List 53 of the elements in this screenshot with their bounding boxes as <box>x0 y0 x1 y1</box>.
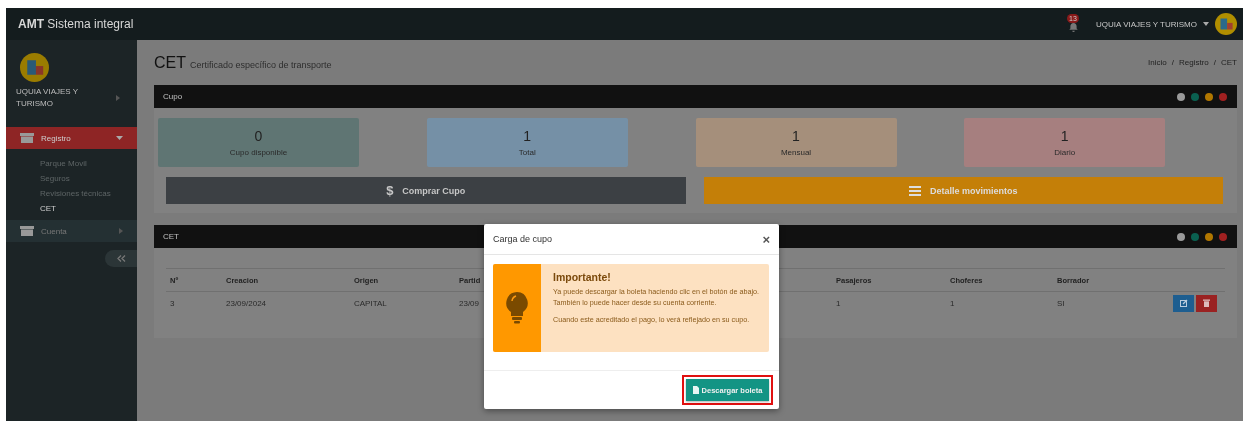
folder-icon <box>20 226 34 236</box>
breadcrumb-separator: / <box>1213 58 1216 67</box>
details-button[interactable]: Detalle movimientos <box>703 177 1223 204</box>
edit-icon <box>1179 299 1188 307</box>
page-subtitle: Certificado específico de transporte <box>190 59 332 70</box>
caret-icon <box>1203 22 1209 26</box>
modal-title: Carga de cupo <box>493 234 553 244</box>
user-name[interactable]: UQUIA VIAJES Y TURISMO <box>16 86 96 110</box>
table-cell-text: 23/09/2024 <box>225 298 268 308</box>
edit-button[interactable] <box>1173 294 1194 312</box>
building-avatar-icon <box>20 53 49 82</box>
document-icon <box>692 386 699 394</box>
close-button[interactable]: × <box>762 232 770 246</box>
stat-label: Diario <box>1054 148 1076 157</box>
breadcrumb-link[interactable]: CET <box>1221 58 1237 67</box>
stat-value: 1 <box>792 128 800 144</box>
caret-icon <box>116 136 123 140</box>
stat-value: 1 <box>1060 128 1069 144</box>
panel-title: CET <box>163 232 179 241</box>
table-cell-text: SI <box>1056 298 1066 308</box>
menu-item[interactable]: Registro <box>6 127 137 149</box>
lightbulb-icon <box>506 292 528 324</box>
expand-arrow-icon <box>119 228 123 234</box>
breadcrumb-separator: / <box>1171 58 1174 67</box>
table-cell-text: 3 <box>169 298 176 308</box>
collapse-button[interactable] <box>105 250 137 267</box>
user-menu[interactable]: UQUIA VIAJES Y TURISMO <box>1096 19 1197 29</box>
buy-button[interactable]: $ Comprar Cupo <box>166 177 686 204</box>
table-cell-text: 1 <box>949 298 956 308</box>
bell-icon[interactable] <box>1068 22 1080 33</box>
breadcrumb-link[interactable]: Inicio <box>1148 58 1167 67</box>
breadcrumb-link[interactable]: Registro <box>1178 58 1209 67</box>
stat-value: 0 <box>254 128 263 144</box>
menu-icon <box>909 185 921 196</box>
stat-label: Cupo disponible <box>229 148 288 157</box>
stat-label: Total <box>518 148 536 157</box>
table-cell-text: 23/09 <box>458 298 481 308</box>
delete-button[interactable] <box>1196 294 1217 312</box>
menu-item[interactable]: Cuenta <box>6 220 137 242</box>
panel-title: Cupo <box>163 92 183 101</box>
table-cell-text: 1 <box>835 298 842 308</box>
trash-icon <box>1203 299 1210 307</box>
submenu-item[interactable]: CET <box>40 201 137 216</box>
table-cell-text: CAPITAL <box>353 298 388 308</box>
stat-value: 1 <box>523 128 532 144</box>
expand-arrow-icon <box>116 95 120 101</box>
page-title: CET <box>154 53 186 71</box>
double-chevron-icon <box>116 255 126 262</box>
alert-title: Importante! <box>553 271 612 283</box>
stat-label: Mensual <box>780 148 812 157</box>
building-avatar-icon[interactable] <box>1215 13 1237 35</box>
app-title: AMT Sistema integral <box>18 17 134 31</box>
folder-icon <box>20 133 34 143</box>
